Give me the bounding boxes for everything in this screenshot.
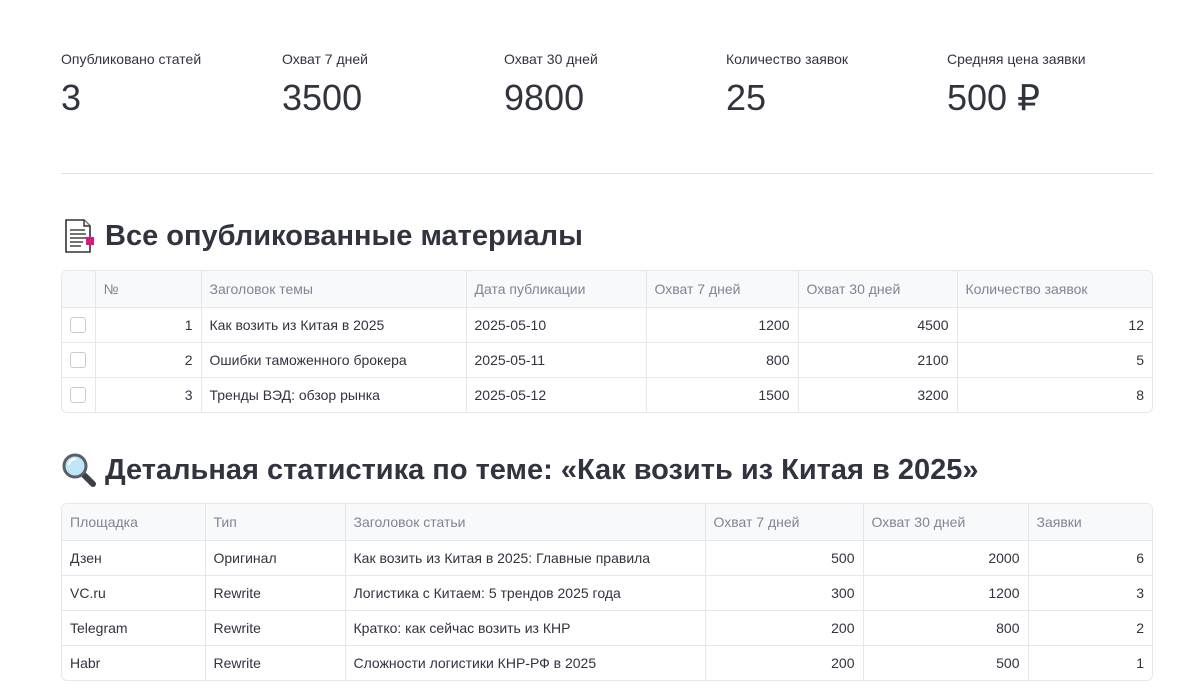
column-header-reach-30d[interactable]: Охват 30 дней <box>863 504 1029 541</box>
cell-reach-7d: 500 <box>705 540 864 576</box>
cell-number: 3 <box>95 377 202 412</box>
details-title: Детальная статистика по теме: «Как возит… <box>105 454 979 486</box>
cell-reach-7d: 200 <box>705 610 864 646</box>
metric-leads: Количество заявок 25 <box>726 50 848 120</box>
materials-heading: Все опубликованные материалы <box>61 216 583 256</box>
column-header-reach-7d[interactable]: Охват 7 дней <box>705 504 864 541</box>
magnifier-icon <box>61 452 97 488</box>
metric-value: 9800 <box>504 77 585 118</box>
cell-leads: 8 <box>1136 386 1144 403</box>
cell-reach-7d: 1200 <box>646 307 799 343</box>
table-row[interactable]: 1 Как возить из Китая в 2025 2025-05-10 … <box>62 307 1152 343</box>
metric-label: Количество заявок <box>726 51 849 67</box>
cell-reach-30d: 4500 <box>798 307 958 343</box>
cell-type: Rewrite <box>205 610 346 646</box>
cell-leads: 5 <box>957 342 1152 378</box>
cell-article-title: Сложности логистики КНР-РФ в 2025 <box>345 645 706 680</box>
cell-reach-7d: 300 <box>705 575 864 611</box>
metrics-row: Опубликовано статей 3 Охват 7 дней 3 500 … <box>61 50 1153 130</box>
metric-published: Опубликовано статей 3 <box>61 50 201 120</box>
column-header-topic[interactable]: Заголовок темы <box>201 271 467 308</box>
cell-leads: 3 <box>1028 575 1152 611</box>
metric-value: 500 ₽ <box>947 77 1040 118</box>
column-header-leads[interactable]: Заявки <box>1028 504 1152 541</box>
metric-reach-7d: Охват 7 дней 3500 <box>282 50 368 120</box>
table-row[interactable]: 2 Ошибки таможенного брокера 2025-05-11 … <box>62 342 1152 378</box>
cell-number: 2 <box>95 342 202 378</box>
cell-type: Оригинал <box>205 540 346 576</box>
row-checkbox[interactable] <box>70 387 87 404</box>
column-header-date[interactable]: Дата публикации <box>466 271 647 308</box>
cell-reach-30d: 3200 <box>798 377 958 412</box>
table-row[interactable]: Дзен Оригинал Как возить из Китая в 2025… <box>62 540 1152 576</box>
materials-title: Все опубликованные материалы <box>105 220 583 252</box>
row-checkbox[interactable] <box>70 317 87 334</box>
cell-leads: 2 <box>1028 610 1152 646</box>
metric-label: Охват 7 дней <box>282 51 368 67</box>
column-header-reach-30d[interactable]: Охват 30 дней <box>798 271 958 308</box>
cell-reach-30d: 800 <box>863 610 1029 646</box>
column-header-reach-7d[interactable]: Охват 7 дней <box>646 271 799 308</box>
details-table: Площадка Тип Заголовок статьи Охват 7 дн… <box>61 503 1153 681</box>
metric-label: Опубликовано статей <box>61 51 202 67</box>
details-heading: Детальная статистика по теме: «Как возит… <box>61 450 979 490</box>
table-header-row: № Заголовок темы Дата публикации Охват 7… <box>62 271 1152 308</box>
cell-reach-30d: 2000 <box>863 540 1029 576</box>
column-header-platform[interactable]: Площадка <box>62 504 206 541</box>
cell-platform: VC.ru <box>62 575 206 611</box>
column-header-number[interactable]: № <box>95 271 202 308</box>
cell-platform: Telegram <box>62 610 206 646</box>
column-header-leads[interactable]: Количество заявок <box>957 271 1152 308</box>
cell-type: Rewrite <box>205 575 346 611</box>
metric-value: 3 <box>61 77 82 118</box>
cell-number: 1 <box>95 307 202 343</box>
cell-reach-7d: 1500 <box>646 377 799 412</box>
row-checkbox[interactable] <box>70 352 87 369</box>
table-row[interactable]: 3 Тренды ВЭД: обзор рынка 2025-05-12 150… <box>62 377 1152 412</box>
cell-platform: Дзен <box>62 540 206 576</box>
table-row[interactable]: VC.ru Rewrite Логистика с Китаем: 5 трен… <box>62 575 1152 611</box>
cell-reach-30d: 500 <box>863 645 1029 680</box>
section-divider <box>61 173 1153 174</box>
cell-topic: Как возить из Китая в 2025 <box>201 307 467 343</box>
cell-article-title: Логистика с Китаем: 5 трендов 2025 года <box>345 575 706 611</box>
table-header-row: Площадка Тип Заголовок статьи Охват 7 дн… <box>62 504 1152 541</box>
cell-platform: Habr <box>62 645 206 680</box>
metric-label: Средняя цена заявки <box>947 51 1086 67</box>
cell-article-title: Как возить из Китая в 2025: Главные прав… <box>345 540 706 576</box>
metric-reach-30d: Охват 30 дней 9800 <box>504 50 598 120</box>
metric-value: 25 <box>726 77 767 118</box>
row-select-cell <box>62 307 96 343</box>
cell-topic: Ошибки таможенного брокера <box>201 342 467 378</box>
table-row[interactable]: Habr Rewrite Сложности логистики КНР-РФ … <box>62 645 1152 680</box>
cell-reach-30d: 2100 <box>798 342 958 378</box>
cell-leads: 12 <box>957 307 1152 343</box>
cell-date: 2025-05-11 <box>466 342 647 378</box>
cell-article-title: Кратко: как сейчас возить из КНР <box>345 610 706 646</box>
cell-reach-30d: 1200 <box>863 575 1029 611</box>
document-icon <box>61 218 97 254</box>
metric-value: 3500 <box>282 77 363 118</box>
table-row[interactable]: Telegram Rewrite Кратко: как сейчас вози… <box>62 610 1152 646</box>
cell-date: 2025-05-10 <box>466 307 647 343</box>
column-header-select[interactable] <box>62 271 96 308</box>
metric-label: Охват 30 дней <box>504 51 598 67</box>
row-select-cell <box>62 377 96 412</box>
cell-topic: Тренды ВЭД: обзор рынка <box>201 377 467 412</box>
column-header-article-title[interactable]: Заголовок статьи <box>345 504 706 541</box>
cell-type: Rewrite <box>205 645 346 680</box>
cell-reach-7d: 800 <box>646 342 799 378</box>
cell-reach-7d: 200 <box>705 645 864 680</box>
materials-table: № Заголовок темы Дата публикации Охват 7… <box>61 270 1153 413</box>
row-select-cell <box>62 342 96 378</box>
cell-leads: 6 <box>1028 540 1152 576</box>
column-header-type[interactable]: Тип <box>205 504 346 541</box>
metric-lead-price: Средняя цена заявки 500 ₽ <box>947 50 1086 120</box>
cell-date: 2025-05-12 <box>466 377 647 412</box>
cell-leads: 1 <box>1136 654 1144 671</box>
